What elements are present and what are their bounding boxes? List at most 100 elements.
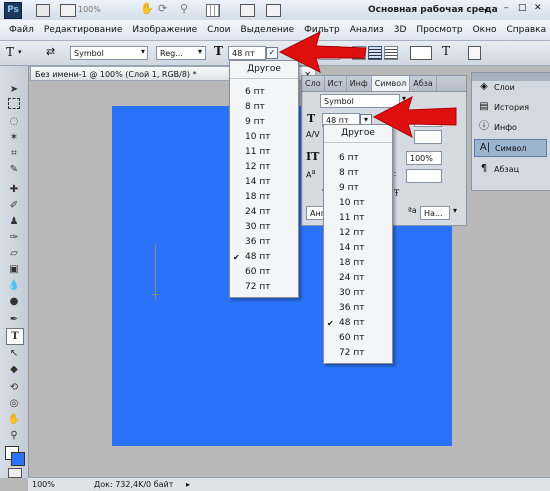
type-tool-preset-icon[interactable]: T <box>6 45 14 59</box>
size-option[interactable]: 12 пт <box>324 226 392 241</box>
hand-tool-icon[interactable]: ✋ <box>6 412 22 427</box>
zoom-tool-icon[interactable]: ⚲ <box>180 2 188 15</box>
magic-wand-tool-icon[interactable]: ✶ <box>6 130 22 145</box>
tab-character[interactable]: Символ <box>371 76 411 91</box>
workspace-switcher[interactable]: Основная рабочая среда <box>368 1 498 19</box>
color-swatch-field[interactable] <box>406 169 442 183</box>
dodge-tool-icon[interactable]: ● <box>6 294 22 309</box>
menu-3d[interactable]: 3D <box>389 20 412 40</box>
size-option[interactable]: 10 пт <box>230 130 298 145</box>
eyedropper-tool-icon[interactable]: ✎ <box>6 162 22 177</box>
menu-edit[interactable]: Редактирование <box>39 20 128 40</box>
status-zoom[interactable]: 100% <box>32 478 55 491</box>
zoom-tool-icon[interactable]: ⚲ <box>6 428 22 443</box>
grid-icon[interactable] <box>206 4 220 17</box>
path-selection-tool-icon[interactable]: ↖ <box>6 346 22 361</box>
arrange-icon[interactable] <box>240 4 255 17</box>
font-family-dropdown-icon[interactable]: ▾ <box>137 47 149 59</box>
close-icon[interactable]: ✕ <box>534 3 542 13</box>
size-option[interactable]: 18 пт <box>324 256 392 271</box>
clone-stamp-tool-icon[interactable]: ♟ <box>6 214 22 229</box>
size-option[interactable]: 36 пт <box>324 301 392 316</box>
gradient-tool-icon[interactable]: ▣ <box>6 262 22 277</box>
size-option[interactable]: 18 пт <box>230 190 298 205</box>
zoom-select[interactable]: 100% <box>78 2 101 18</box>
type-tool-icon[interactable]: T <box>6 328 24 345</box>
text-color-swatch[interactable] <box>410 46 432 60</box>
size-option[interactable]: 9 пт <box>324 181 392 196</box>
size-option[interactable]: 8 пт <box>230 100 298 115</box>
toggle-panels-icon[interactable] <box>468 46 481 60</box>
brush-tool-icon[interactable]: ✐ <box>6 198 22 213</box>
menu-window[interactable]: Окно <box>468 20 502 40</box>
font-size-field[interactable]: 48 пт <box>228 46 266 60</box>
size-option[interactable]: 36 пт <box>230 235 298 250</box>
workspace-chevron-icon[interactable]: ▾ <box>484 2 488 20</box>
text-orientation-icon[interactable]: ⇄ <box>46 45 55 58</box>
background-color-swatch[interactable] <box>11 452 25 466</box>
crop-tool-icon[interactable]: ⌗ <box>6 146 22 161</box>
align-center-icon[interactable] <box>368 46 382 60</box>
3d-rotate-tool-icon[interactable]: ⟲ <box>6 380 22 395</box>
dock-item-character[interactable]: A| Символ <box>474 139 547 157</box>
size-option[interactable]: 11 пт <box>324 211 392 226</box>
font-size-dropdown-button[interactable]: ✓ <box>266 47 278 59</box>
size-option[interactable]: 8 пт <box>324 166 392 181</box>
size-option[interactable]: 14 пт <box>324 241 392 256</box>
tab-paragraph[interactable]: Абза <box>410 76 437 91</box>
minimize-icon[interactable]: – <box>504 3 509 13</box>
move-tool-icon[interactable]: ➤ <box>6 82 22 97</box>
size-option-checked[interactable]: ✔ 48 пт <box>324 316 392 331</box>
antialias-dropdown-icon[interactable]: ▾ <box>453 206 457 215</box>
size-option[interactable]: 60 пт <box>230 265 298 280</box>
menu-help[interactable]: Справка <box>501 20 550 40</box>
size-option[interactable]: 6 пт <box>324 151 392 166</box>
marquee-tool-icon[interactable] <box>6 98 22 113</box>
rotate-icon[interactable]: ⟳ <box>158 2 167 15</box>
warp-text-icon[interactable]: T <box>442 44 450 58</box>
tab-layers[interactable]: Сло <box>302 76 325 91</box>
size-option[interactable]: 9 пт <box>230 115 298 130</box>
history-brush-tool-icon[interactable]: ✑ <box>6 230 22 245</box>
dock-item-info[interactable]: ⓘ Инфо <box>474 119 547 137</box>
eraser-tool-icon[interactable]: ▱ <box>6 246 22 261</box>
bridge-icon[interactable] <box>36 4 50 17</box>
lasso-tool-icon[interactable]: ◌ <box>6 114 22 129</box>
tab-history[interactable]: Ист <box>325 76 347 91</box>
maximize-icon[interactable]: □ <box>518 3 527 13</box>
size-option[interactable]: 24 пт <box>324 271 392 286</box>
3d-orbit-tool-icon[interactable]: ◎ <box>6 396 22 411</box>
blur-tool-icon[interactable]: 💧 <box>6 278 22 293</box>
pen-tool-icon[interactable]: ✒ <box>6 312 22 327</box>
size-option[interactable]: 10 пт <box>324 196 392 211</box>
size-option[interactable]: 60 пт <box>324 331 392 346</box>
quick-mask-icon[interactable] <box>8 468 22 478</box>
size-option[interactable]: 72 пт <box>230 280 298 295</box>
menu-view[interactable]: Просмотр <box>411 20 467 40</box>
size-option[interactable]: 24 пт <box>230 205 298 220</box>
size-option[interactable]: 6 пт <box>230 85 298 100</box>
tab-info[interactable]: Инф <box>347 76 372 91</box>
font-style-dropdown-icon[interactable]: ▾ <box>194 47 206 59</box>
size-option[interactable]: 11 пт <box>230 145 298 160</box>
healing-brush-tool-icon[interactable]: ✚ <box>6 182 22 197</box>
size-option[interactable]: 30 пт <box>324 286 392 301</box>
view-extras-icon[interactable] <box>60 4 76 17</box>
size-option[interactable]: 30 пт <box>230 220 298 235</box>
hand-icon[interactable]: ✋ <box>140 2 154 15</box>
align-right-icon[interactable] <box>384 46 398 60</box>
status-menu-icon[interactable]: ▸ <box>186 478 190 491</box>
dock-item-layers[interactable]: ◈ Слои <box>474 79 547 97</box>
scale-field[interactable]: 100% <box>406 151 442 165</box>
menu-file[interactable]: Файл <box>4 20 39 40</box>
dock-item-paragraph[interactable]: ¶ Абзац <box>474 161 547 179</box>
size-option[interactable]: 14 пт <box>230 175 298 190</box>
antialias-method-field[interactable]: На... <box>420 206 450 220</box>
size-option-checked[interactable]: ✔ 48 пт <box>230 250 298 265</box>
menu-image[interactable]: Изображение <box>127 20 202 40</box>
size-option[interactable]: 72 пт <box>324 346 392 361</box>
menu-layers[interactable]: Слои <box>202 20 235 40</box>
shape-tool-icon[interactable]: ◆ <box>6 362 22 377</box>
size-option[interactable]: 12 пт <box>230 160 298 175</box>
screen-mode-icon[interactable] <box>266 4 281 17</box>
